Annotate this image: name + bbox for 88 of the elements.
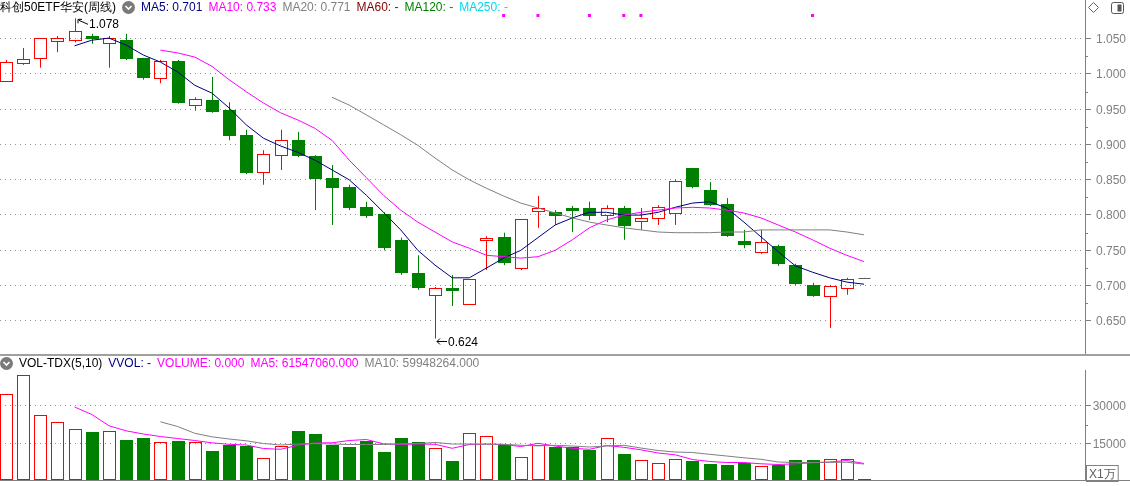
candlestick [120,33,133,61]
candlestick [601,204,614,223]
indicator-legend: MA120: - [404,1,454,14]
collapse-chevron-icon[interactable] [0,356,13,370]
candlestick [309,154,322,211]
event-marker [502,14,506,17]
candlestick [515,219,528,271]
candlestick [292,131,305,158]
candlestick [446,274,459,307]
candlestick [824,284,837,329]
candlestick [378,211,391,251]
candlestick [635,207,648,231]
candlestick [618,205,631,241]
candlestick [498,232,511,266]
candlestick [223,101,236,141]
candlestick [343,184,356,211]
price-label: 0.624 [448,335,479,350]
candlestick [807,282,820,298]
chart-title: VOL-TDX(5,10) [19,356,103,370]
leader-line [436,338,448,345]
axis-label: 0.900 [1095,137,1126,152]
diamond-icon[interactable] [1088,2,1099,13]
candlestick [275,129,288,171]
candlestick [395,237,408,276]
indicator-legend: MA20: 0.771 [282,1,351,14]
indicator-legend: VOLUME: 0.000 [157,356,245,370]
candlestick [206,76,219,114]
event-marker [639,14,643,17]
candlestick [172,59,185,105]
chart-title: 科创50ETF华安(周线) [0,1,116,14]
candlestick [360,201,373,219]
candlestick [686,167,699,189]
candlestick [755,229,768,255]
candlestick [480,235,493,271]
candlestick [137,57,150,81]
indicator-legend: VVOL: - [108,356,152,370]
candlestick [189,96,202,112]
candlestick [772,244,785,267]
candlestick [583,201,596,221]
candlestick [669,179,682,226]
indicator-legend: MA5: 61547060.000 [250,356,359,370]
candlestick [34,38,47,69]
indicator-legend: MA60: - [356,1,399,14]
candlestick [257,149,270,186]
candlestick [240,129,253,175]
candlestick [103,35,116,69]
axis-label: 0.650 [1095,313,1126,328]
candlestick [858,277,871,279]
candlestick [86,33,99,45]
axis-label: 1.050 [1095,31,1126,46]
axis-label: 0.700 [1095,278,1126,293]
candlestick [154,59,167,84]
candlestick [17,47,30,66]
leader-line [77,18,89,25]
event-marker [587,14,591,17]
candlestick [532,195,545,229]
candlestick [549,209,562,226]
candlestick [69,17,82,43]
candlestick [841,277,854,296]
indicator-legend: MA250: - [459,1,508,14]
collapse-chevron-icon[interactable] [122,1,135,14]
price-label: 1.078 [89,17,120,32]
candlestick [412,254,425,291]
event-marker [622,14,626,17]
indicator-legend: MA10: 59948264.000 [364,356,480,370]
candlestick [566,205,579,233]
indicator-legend: MA10: 0.733 [208,1,277,14]
event-marker [536,14,540,17]
axis-label: 0.750 [1095,243,1126,258]
candlestick [789,263,802,286]
axis-label: 0.950 [1095,102,1126,117]
axis-label: 15000 [1092,436,1126,451]
axis-label: 1.000 [1095,66,1126,81]
unit-label: X1万 [1086,465,1119,482]
axis-label: 0.800 [1095,207,1126,222]
candlestick [704,181,717,207]
axis-label: 30000 [1092,398,1126,413]
candlestick [51,35,64,53]
candlestick [0,59,13,82]
candlestick [429,286,442,339]
candlestick [738,229,751,249]
axis-label: 0.850 [1095,172,1126,187]
event-marker [811,14,814,17]
indicator-legend: MA5: 0.701 [141,1,203,14]
candlestick [652,204,665,226]
candlestick [463,279,476,305]
candlestick [326,164,339,226]
panel-toggle-icon[interactable] [1111,1,1124,14]
